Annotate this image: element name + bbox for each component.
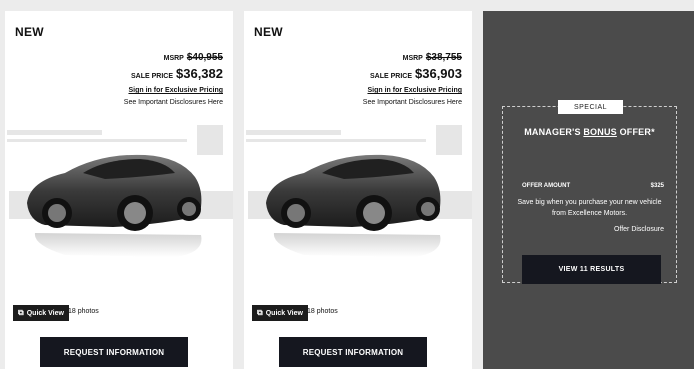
sale-price-value: $36,382 [176,66,223,81]
offer-description: Save big when you purchase your new vehi… [517,199,662,217]
photo-count[interactable]: 18 photos [307,308,338,315]
request-information-button[interactable]: REQUEST INFORMATION [40,337,188,367]
photo-count[interactable]: 18 photos [68,308,99,315]
price-block: MSRP $40,955 SALE PRICE $36,382 Sign in fo… [124,52,223,109]
offer-disclosure-link[interactable]: Offer Disclosure [614,226,664,233]
sports-car-image [27,154,202,257]
external-link-icon: ⧉ [257,308,263,317]
msrp-row: MSRP $38,755 [363,52,462,65]
vehicle-card-1[interactable]: NEW MSRP $40,955 SALE PRICE $36,382 Sign i… [5,11,233,369]
sale-price-value: $36,903 [415,66,462,81]
quick-view-button[interactable]: ⧉ Quick View [13,305,69,321]
sign-in-pricing-link[interactable]: Sign in for Exclusive Pricing [124,85,223,96]
sports-car-image [266,154,441,257]
external-link-icon: ⧉ [18,308,24,317]
quick-view-label: Quick View [265,309,303,317]
offer-amount-row: OFFER AMOUNT $325 [522,183,664,189]
msrp-value: $38,755 [425,52,462,63]
price-block: MSRP $38,755 SALE PRICE $36,903 Sign in fo… [363,52,462,109]
request-information-button[interactable]: REQUEST INFORMATION [279,337,427,367]
sale-price-label: SALE PRICE [369,73,412,80]
offer-title-prefix: MANAGER'S [524,127,584,137]
msrp-value: $40,955 [186,52,223,63]
sign-in-pricing-link[interactable]: Sign in for Exclusive Pricing [363,85,462,96]
vehicle-image[interactable] [5,125,233,275]
new-badge: NEW [15,25,44,39]
sale-price-label: SALE PRICE [130,73,173,80]
offer-title-bonus: BONUS [583,127,617,137]
disclosures-link[interactable]: See Important Disclosures Here [124,97,223,109]
quick-view-button[interactable]: ⧉ Quick View [252,305,308,321]
vehicle-image[interactable] [244,125,472,275]
new-badge: NEW [254,25,283,39]
offer-title-suffix: OFFER* [616,127,655,137]
special-tag: SPECIAL [558,100,623,114]
special-offer-card: SPECIAL MANAGER'S BONUS OFFER* OFFER AMO… [483,11,694,369]
msrp-label: MSRP [163,55,184,62]
offer-amount-value: $325 [650,183,664,189]
sale-price-row: SALE PRICE $36,903 [363,66,462,85]
vehicle-card-2[interactable]: NEW MSRP $38,755 SALE PRICE $36,903 Sign i… [244,11,472,369]
disclosures-link[interactable]: See Important Disclosures Here [363,97,462,109]
sale-price-row: SALE PRICE $36,382 [124,66,223,85]
offer-title: MANAGER'S BONUS OFFER* [503,127,676,137]
view-results-button[interactable]: VIEW 11 RESULTS [522,255,661,284]
offer-amount-label: OFFER AMOUNT [522,183,571,189]
msrp-label: MSRP [402,55,423,62]
quick-view-label: Quick View [26,309,64,317]
special-offer-box: SPECIAL MANAGER'S BONUS OFFER* OFFER AMO… [502,100,677,284]
msrp-row: MSRP $40,955 [124,52,223,65]
